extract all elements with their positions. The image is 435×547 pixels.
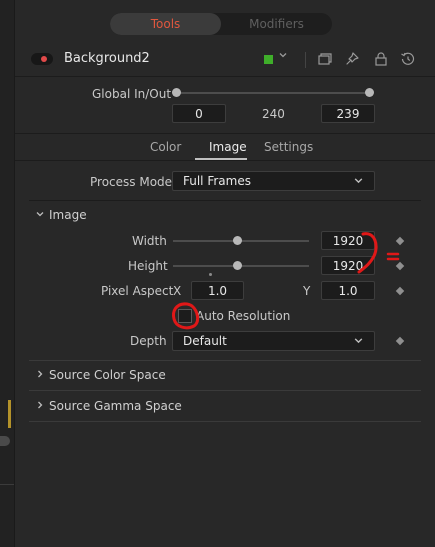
process-mode-label: Process Mode [90,175,173,189]
tab-modifiers[interactable]: Modifiers [221,13,332,35]
left-side-strip [0,0,15,547]
width-field[interactable]: 1920 [321,231,375,250]
pixel-aspect-x-field[interactable]: 1.0 [191,281,244,300]
chevron-right-icon [35,368,49,382]
chevron-down-icon [35,208,49,222]
chevron-down-icon[interactable] [278,50,288,63]
color-space-divider [29,390,421,391]
global-out-field[interactable]: 239 [321,104,375,123]
tab-tools[interactable]: Tools [110,13,221,35]
global-in-handle[interactable] [172,88,181,97]
height-label: Height [128,259,168,273]
keyframe-marker [8,400,11,428]
chevron-down-icon [353,335,364,349]
pin-icon[interactable] [344,51,360,70]
source-color-space-header[interactable]: Source Color Space [35,368,166,382]
node-name: Background2 [64,51,150,66]
reset-icon[interactable] [400,51,416,70]
auto-resolution-checkbox[interactable] [178,309,192,323]
global-inout-range[interactable] [177,92,371,94]
auto-resolution-label: Auto Resolution [196,309,291,323]
inspector-tabs: Tools Modifiers [110,13,332,35]
process-mode-value: Full Frames [183,174,251,188]
image-section-divider [29,360,421,361]
lock-icon[interactable] [373,51,389,70]
height-field[interactable]: 1920 [321,256,375,275]
pixel-aspect-y-field[interactable]: 1.0 [321,281,375,300]
pixel-aspect-keyframe-diamond[interactable] [395,286,405,296]
width-keyframe-diamond[interactable] [395,236,405,246]
pixel-aspect-label: Pixel Aspect [101,284,174,298]
depth-keyframe-diamond[interactable] [395,336,405,346]
height-slider-knob[interactable] [233,261,242,270]
process-mode-dropdown[interactable]: Full Frames [172,171,375,191]
depth-label: Depth [130,334,167,348]
global-duration: 240 [262,107,285,121]
header-separator [305,52,306,68]
scroll-handle[interactable] [0,436,10,446]
panel-icon[interactable] [317,51,333,70]
process-divider [29,200,421,201]
depth-dropdown[interactable]: Default [172,331,375,351]
source-gamma-space-header[interactable]: Source Gamma Space [35,399,182,413]
default-marker-dot [209,273,212,276]
header-divider [15,76,435,77]
sub-tabs: Color Image Settings [15,135,435,160]
node-enable-toggle[interactable] [31,53,53,65]
depth-value: Default [183,334,227,348]
global-in-field[interactable]: 0 [172,104,226,123]
image-section-title: Image [49,208,87,222]
chevron-down-icon [353,175,364,189]
global-out-handle[interactable] [365,88,374,97]
strip-divider [0,484,14,485]
tab-settings[interactable]: Settings [264,140,313,154]
node-header: Background2 [15,45,435,75]
height-keyframe-diamond[interactable] [395,261,405,271]
pixel-aspect-x-label: X [173,284,182,298]
node-color-chip[interactable] [264,55,273,64]
width-slider-knob[interactable] [233,236,242,245]
tab-color[interactable]: Color [150,140,181,154]
image-section-header[interactable]: Image [35,208,87,222]
global-inout-label: Global In/Out [92,87,172,101]
pixel-aspect-y-label: Y [303,284,311,298]
global-divider [15,133,435,134]
tab-image[interactable]: Image [209,140,247,154]
gamma-space-divider [29,421,421,422]
width-label: Width [132,234,167,248]
subtabs-divider [15,160,435,161]
chevron-right-icon [35,399,49,413]
source-color-space-title: Source Color Space [49,368,166,382]
inspector-panel: Tools Modifiers Background2 Global In/Ou… [15,0,435,547]
source-gamma-space-title: Source Gamma Space [49,399,182,413]
